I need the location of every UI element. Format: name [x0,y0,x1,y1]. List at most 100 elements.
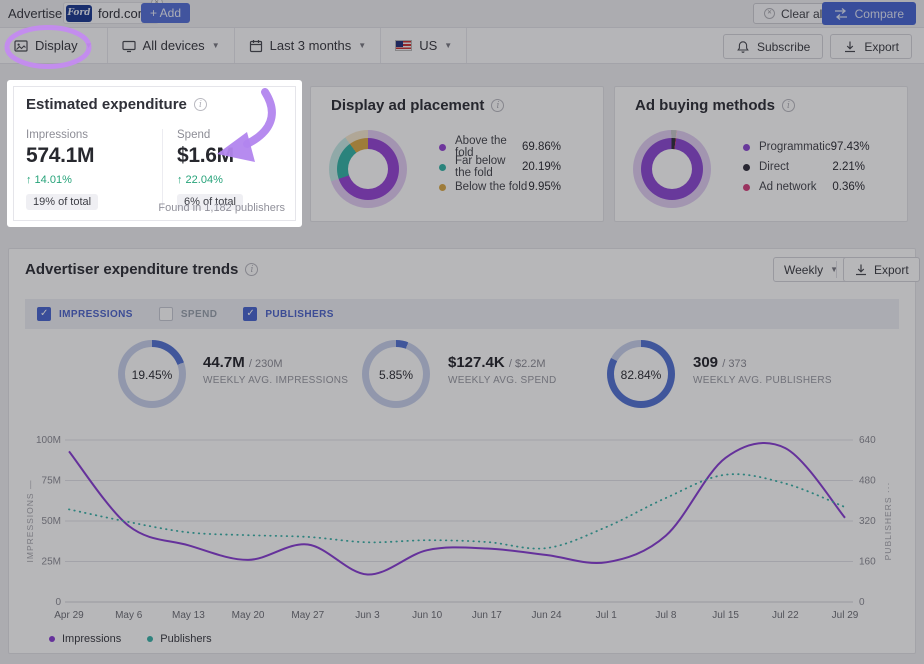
chart-legend: Impressions Publishers [49,633,212,645]
legend-item[interactable]: Far below the fold 20.19% [439,157,561,177]
gauge-headline: 309 / 373 [693,354,832,371]
add-advertiser-button[interactable]: + Add [141,3,190,23]
interval-dropdown[interactable]: Weekly ▼ [773,257,849,282]
spend-toggle[interactable]: SPEND [159,307,217,321]
card-title: Estimated expenditure i [26,96,207,113]
publishers-toggle[interactable]: PUBLISHERS [243,307,333,321]
export-label: Export [864,40,899,54]
impressions-stat: Impressions 574.1M ↑ 14.01% 19% of total [26,129,162,210]
spend-change: ↑ 22.04% [177,174,243,186]
us-flag-icon [395,40,412,51]
legend-dot [439,144,446,151]
legend-item[interactable]: Programmatic 97.43% [743,137,865,157]
svg-text:Jun 24: Jun 24 [532,610,562,621]
info-icon[interactable]: i [491,99,504,112]
svg-text:640: 640 [859,435,876,446]
display-filter-label: Display [35,38,78,53]
daterange-filter-dropdown[interactable]: Last 3 months ▼ [235,28,382,63]
legend-dot [49,636,55,642]
info-icon[interactable]: i [245,263,258,276]
info-icon[interactable]: i [782,99,795,112]
svg-text:Jun 10: Jun 10 [412,610,442,621]
image-icon [14,39,28,53]
ad-buying-methods-card: Ad buying methods i Programmatic 97.43% … [614,86,908,222]
subscribe-button[interactable]: Subscribe [723,34,823,59]
compare-button[interactable]: Compare [822,2,916,25]
svg-text:50M: 50M [42,516,61,527]
legend-label: Direct [759,161,832,173]
legend-item[interactable]: Ad network 0.36% [743,177,865,197]
export-label: Export [874,263,909,277]
gauge-headline: 44.7M / 230M [203,354,348,371]
clear-all-label: Clear all [781,7,825,21]
buying-legend: Programmatic 97.43% Direct 2.21% Ad netw… [743,137,865,197]
impressions-toggle[interactable]: IMPRESSIONS [37,307,133,321]
country-filter-dropdown[interactable]: US ▼ [381,28,467,63]
display-ad-placement-card: Display ad placement i Above the fold 69… [310,86,604,222]
gauge-caption: WEEKLY AVG. IMPRESSIONS [203,375,348,386]
chevron-down-icon: ▼ [358,41,366,50]
calendar-icon [249,39,263,53]
legend-item[interactable]: Above the fold 69.86% [439,137,561,157]
compare-icon [834,7,848,21]
export-button[interactable]: Export [830,34,912,59]
estimated-expenditure-card: Estimated expenditure i Impressions 574.… [13,86,296,221]
legend-item-impressions[interactable]: Impressions [49,633,121,645]
gauge-percent: 82.84% [607,368,675,382]
stat-label: Spend [177,129,243,141]
svg-text:PUBLISHERS ···: PUBLISHERS ··· [883,482,893,561]
stat-label: Impressions [26,129,162,141]
svg-text:Apr 29: Apr 29 [54,610,84,621]
semrush-advertising-dashboard: Advertiser: Ford ford.com ✕ + Add ✕ Clea… [0,0,924,664]
display-filter-dropdown[interactable]: Display ▼ [0,28,108,63]
svg-text:May 6: May 6 [115,610,143,621]
advertiser-bar: Advertiser: Ford ford.com ✕ + Add ✕ Clea… [0,0,924,27]
legend-dot [743,184,750,191]
trends-line-chart: 0025M16050M32075M480100M640Apr 29May 6Ma… [25,427,901,627]
legend-item[interactable]: Below the fold 9.95% [439,177,561,197]
monitor-icon [122,39,136,53]
card-title: Display ad placement i [331,97,504,114]
divider [836,261,837,278]
svg-text:480: 480 [859,476,876,487]
estimated-expenditure-title: Estimated expenditure [26,96,187,113]
checkbox-icon [159,307,173,321]
svg-text:Jul 8: Jul 8 [655,610,677,621]
chevron-down-icon: ▼ [212,41,220,50]
svg-text:0: 0 [55,597,61,608]
buying-donut-chart [641,138,703,200]
subscribe-label: Subscribe [757,40,810,54]
clear-icon: ✕ [764,8,775,19]
legend-dot [743,144,750,151]
legend-item-publishers[interactable]: Publishers [147,633,211,645]
svg-text:Jul 22: Jul 22 [772,610,799,621]
svg-text:160: 160 [859,557,876,568]
toggle-label: SPEND [181,309,217,320]
svg-text:May 20: May 20 [232,610,265,621]
legend-label: Ad network [759,181,832,193]
svg-text:25M: 25M [42,557,61,568]
ad-buying-methods-title: Ad buying methods [635,97,775,114]
devices-filter-dropdown[interactable]: All devices ▼ [108,28,235,63]
chevron-down-icon: ▼ [444,41,452,50]
svg-text:IMPRESSIONS —: IMPRESSIONS — [25,480,35,563]
info-icon[interactable]: i [194,98,207,111]
gauge-caption: WEEKLY AVG. PUBLISHERS [693,375,832,386]
trends-title-row: Advertiser expenditure trends i [25,261,258,278]
gauge-percent: 5.85% [362,368,430,382]
compare-label: Compare [855,7,904,21]
legend-item[interactable]: Direct 2.21% [743,157,865,177]
gauge-percent: 19.45% [118,368,186,382]
trends-export-button[interactable]: Export [843,257,920,282]
placement-legend: Above the fold 69.86% Far below the fold… [439,137,561,197]
metric-toggles: IMPRESSIONS SPEND PUBLISHERS [25,299,899,329]
svg-text:Jul 15: Jul 15 [712,610,739,621]
legend-dot [743,164,750,171]
download-icon [854,263,868,277]
devices-filter-label: All devices [143,38,205,53]
toggle-label: PUBLISHERS [265,309,333,320]
toolbar-actions: Subscribe Export [723,28,924,65]
legend-dot [439,184,446,191]
legend-label: Impressions [62,633,121,645]
gauge-headline: $127.4K / $2.2M [448,354,556,371]
